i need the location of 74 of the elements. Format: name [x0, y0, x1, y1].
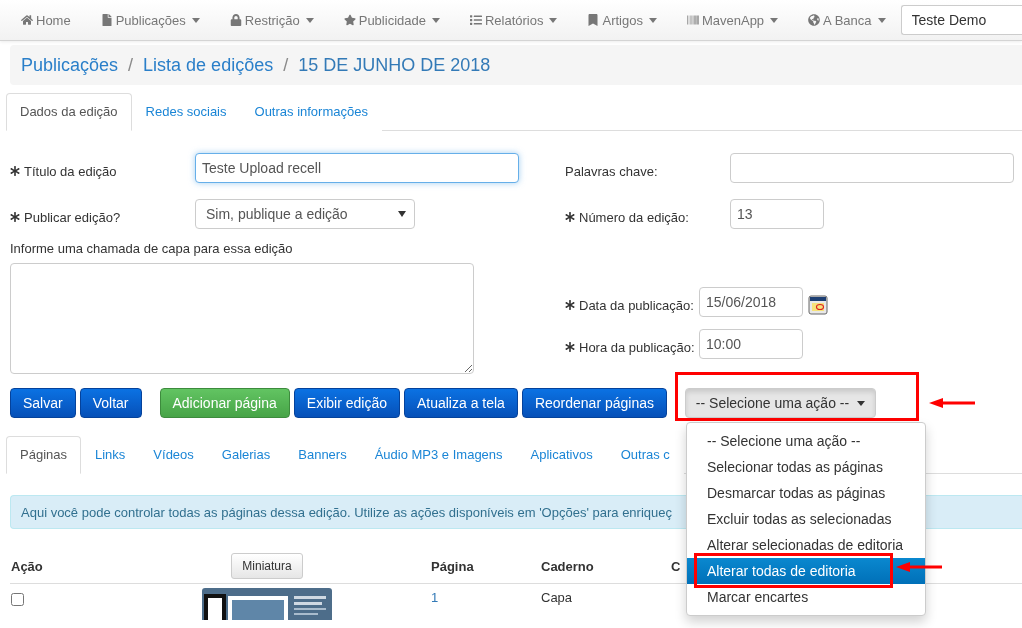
nav-menu-item[interactable]: Restrição	[214, 12, 329, 28]
asterisk-icon	[10, 166, 20, 176]
action-dropdown[interactable]: -- Selecione uma ação --	[685, 388, 876, 418]
annotation-arrow	[896, 562, 942, 572]
column-header: Página	[430, 549, 540, 584]
action-button[interactable]: Voltar	[79, 388, 142, 418]
nav-menu-item[interactable]: Publicidade	[328, 12, 455, 28]
field-label: Número da edição:	[565, 203, 730, 225]
bookmark-icon	[587, 14, 600, 26]
nav-menu-item[interactable]: Publicações	[85, 12, 215, 28]
caret-icon	[549, 17, 558, 23]
breadcrumb-separator: /	[283, 54, 289, 76]
menu-item[interactable]: Alterar todas de editoria	[687, 558, 925, 584]
field-label: Palavras chave:	[565, 162, 659, 179]
text-field[interactable]: 10:00	[699, 329, 803, 359]
nav-menu-item[interactable]: Home	[6, 12, 86, 28]
breadcrumb-link[interactable]: Lista de edições	[143, 54, 274, 76]
caret-icon	[191, 17, 200, 23]
tab[interactable]: Dados da edição	[6, 93, 132, 131]
field-label: Data da publicação:	[565, 291, 699, 313]
nav-menu-item[interactable]: A Banca	[793, 12, 901, 28]
search-field[interactable]: Teste Demo	[900, 5, 1022, 35]
field-label: Publicar edição?	[10, 203, 195, 225]
asterisk-icon	[565, 212, 575, 222]
caret-icon	[857, 400, 866, 406]
calendar-icon[interactable]	[808, 295, 828, 315]
asterisk-icon	[10, 212, 20, 222]
caret-icon	[305, 17, 314, 23]
menu-item[interactable]: Excluir todas as selecionadas	[687, 506, 925, 532]
text-field[interactable]	[730, 153, 1014, 183]
text-field[interactable]: 15/06/2018	[699, 287, 803, 317]
field-label: Informe uma chamada de capa para essa edição	[10, 241, 294, 256]
home-icon	[21, 14, 33, 26]
asterisk-icon	[565, 342, 575, 352]
action-button[interactable]: Adicionar página	[159, 388, 290, 418]
select-field[interactable]: Sim, publique a edição	[195, 199, 415, 229]
annotation-arrow	[929, 398, 975, 408]
caret-icon	[770, 17, 779, 23]
breadcrumb-link[interactable]: Publicações	[21, 54, 119, 76]
nav-menu-item[interactable]: Artigos	[572, 12, 672, 28]
column-header: Ação	[10, 549, 190, 584]
column-header: Caderno	[540, 549, 670, 584]
column-header-button[interactable]: Miniatura	[231, 553, 303, 579]
field-label: Hora da publicação:	[565, 333, 699, 355]
text-field[interactable]: Teste Upload recell	[195, 153, 519, 183]
breadcrumb-link[interactable]: 15 DE JUNHO DE 2018	[298, 54, 491, 76]
document-icon	[100, 14, 113, 26]
action-button[interactable]: Atualiza a tela	[403, 388, 518, 418]
caret-icon	[431, 17, 440, 23]
menu-item[interactable]: -- Selecione uma ação --	[687, 428, 925, 454]
tab[interactable]: Páginas	[6, 436, 81, 474]
caret-icon	[648, 17, 657, 23]
asterisk-icon	[565, 300, 575, 310]
breadcrumb-separator: /	[128, 54, 134, 76]
action-button[interactable]: Reordenar páginas	[521, 388, 667, 418]
lock-icon	[229, 14, 242, 26]
field-label: Título da edição	[10, 157, 195, 179]
menu-item[interactable]: Marcar encartes	[687, 584, 925, 610]
nav-menu-item[interactable]: Relatórios	[454, 12, 573, 28]
action-button[interactable]: Salvar	[10, 388, 76, 418]
list-icon	[469, 14, 482, 26]
menu-item[interactable]: Selecionar todas as páginas	[687, 454, 925, 480]
caret-icon	[877, 17, 886, 23]
star-icon	[343, 14, 356, 26]
checkbox[interactable]	[11, 593, 24, 606]
action-button[interactable]: Exibir edição	[293, 388, 400, 418]
barcode-icon	[686, 14, 699, 26]
table-cell-text: Capa	[540, 589, 574, 607]
text-field[interactable]: 13	[730, 199, 824, 229]
caret-icon	[398, 211, 406, 217]
menu-item[interactable]: Alterar selecionadas de editoria	[687, 532, 925, 558]
page-link[interactable]: 1	[431, 590, 439, 605]
globe-icon	[808, 14, 821, 26]
nav-menu-item[interactable]: MavenApp	[671, 12, 794, 28]
